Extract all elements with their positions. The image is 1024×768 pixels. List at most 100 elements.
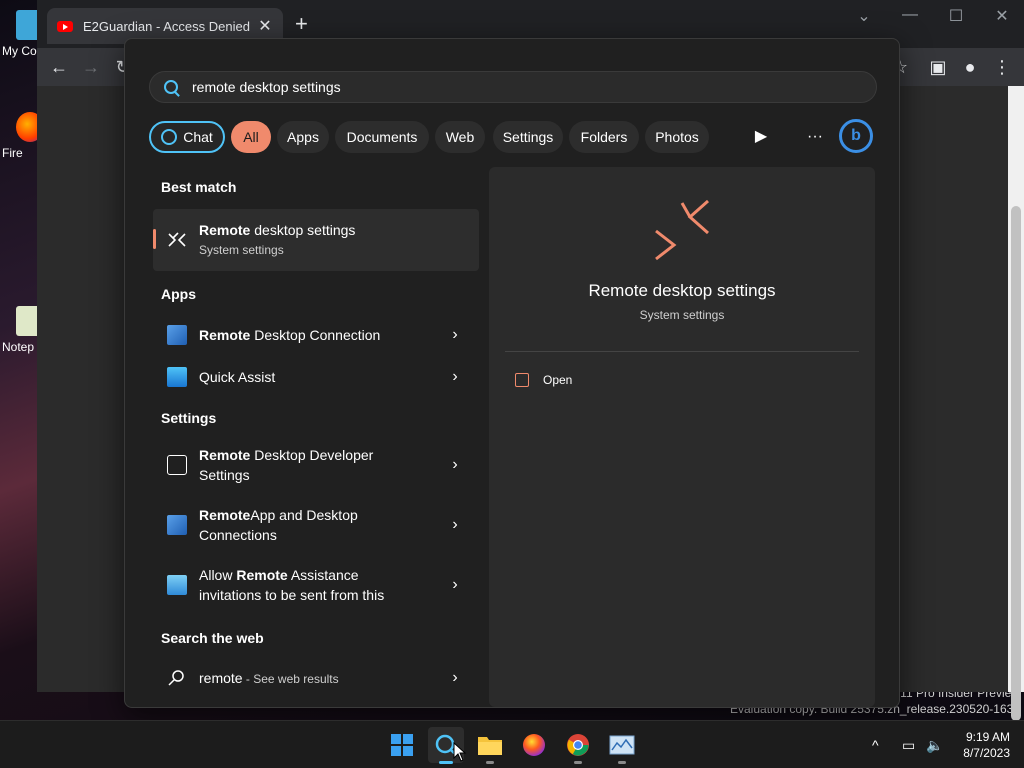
desktop-icon-label: Fire bbox=[2, 146, 23, 160]
minimize-icon[interactable]: — bbox=[887, 6, 933, 24]
mouse-cursor-icon bbox=[453, 742, 467, 762]
youtube-favicon-icon bbox=[57, 20, 73, 32]
tray-overflow-chevron[interactable]: ^ bbox=[872, 721, 879, 768]
web-search-term: remote bbox=[199, 669, 243, 686]
result-rest: Quick Assist bbox=[199, 369, 276, 385]
open-action[interactable]: Open bbox=[515, 373, 572, 387]
profile-icon[interactable]: ● bbox=[957, 54, 983, 80]
chevron-right-icon[interactable]: › bbox=[445, 456, 465, 474]
search-query-text: remote desktop settings bbox=[192, 79, 341, 95]
filter-label: Chat bbox=[183, 129, 213, 145]
filter-settings[interactable]: Settings bbox=[493, 121, 563, 153]
result-app[interactable]: Quick Assist › bbox=[153, 357, 479, 397]
result-highlight: Remote bbox=[199, 507, 251, 523]
result-subtitle: System settings bbox=[199, 243, 284, 257]
desktop-icon-my-computer[interactable]: My Co bbox=[0, 10, 44, 58]
filter-folders[interactable]: Folders bbox=[569, 121, 639, 153]
chevron-right-icon[interactable]: › bbox=[445, 326, 465, 344]
result-setting[interactable]: RemoteApp and Desktop Connections › bbox=[153, 497, 479, 553]
back-icon[interactable]: ← bbox=[46, 54, 72, 80]
taskbar: ^ ▭ 🔈 9:19 AM 8/7/2023 bbox=[0, 720, 1024, 768]
search-icon bbox=[168, 670, 184, 686]
network-icon[interactable]: ▭ bbox=[902, 721, 915, 768]
desktop-icon-firefox[interactable]: Fire bbox=[0, 112, 44, 160]
forward-icon[interactable]: → bbox=[78, 54, 104, 80]
web-search-suffix: - See web results bbox=[242, 671, 339, 686]
firefox-icon bbox=[523, 734, 545, 756]
desktop-icon-notepad[interactable]: Notep bbox=[0, 306, 44, 354]
filter-label: Web bbox=[445, 129, 475, 145]
taskbar-file-explorer[interactable] bbox=[472, 727, 508, 764]
result-highlight: Remote bbox=[199, 222, 251, 238]
more-options-icon[interactable]: ··· bbox=[799, 121, 831, 153]
remote-desktop-large-icon bbox=[655, 199, 709, 261]
result-text: remote - See web results bbox=[199, 668, 445, 689]
filter-chat[interactable]: Chat bbox=[149, 121, 225, 153]
open-label: Open bbox=[543, 373, 573, 387]
desktop-icon-label: My Co bbox=[2, 44, 37, 58]
result-highlight: Remote bbox=[199, 327, 251, 343]
filter-photos[interactable]: Photos bbox=[645, 121, 709, 153]
chrome-icon bbox=[567, 734, 589, 756]
windows-logo-icon bbox=[391, 734, 413, 756]
browser-menu-icon[interactable]: ⋮ bbox=[989, 54, 1015, 80]
taskbar-firefox[interactable] bbox=[516, 727, 552, 763]
result-line2: Connections bbox=[199, 527, 277, 543]
side-panel-icon[interactable]: ▣ bbox=[925, 54, 951, 80]
bing-chat-icon bbox=[161, 129, 178, 145]
result-rest: Desktop Connection bbox=[250, 327, 381, 343]
result-setting[interactable]: Remote Desktop Developer Settings › bbox=[153, 437, 479, 493]
result-text: Remote Desktop Developer Settings bbox=[199, 445, 445, 485]
chevron-right-icon[interactable]: › bbox=[445, 576, 465, 594]
result-highlight: Remote bbox=[236, 567, 288, 583]
start-button[interactable] bbox=[384, 727, 420, 763]
page-scrollbar[interactable] bbox=[1008, 86, 1024, 721]
developer-settings-icon bbox=[167, 455, 187, 475]
result-web-search[interactable]: remote - See web results › bbox=[153, 658, 479, 698]
filter-label: Apps bbox=[287, 129, 319, 145]
folder-icon bbox=[478, 737, 502, 755]
result-rest: App and Desktop bbox=[250, 507, 358, 523]
result-app[interactable]: Remote Desktop Connection › bbox=[153, 315, 479, 355]
bing-icon[interactable]: b bbox=[839, 119, 873, 153]
preview-divider bbox=[505, 351, 859, 352]
chevron-right-icon[interactable]: › bbox=[445, 516, 465, 534]
filter-documents[interactable]: Documents bbox=[335, 121, 429, 153]
running-indicator bbox=[574, 761, 582, 764]
chevron-right-icon[interactable]: › bbox=[445, 368, 465, 386]
filter-all[interactable]: All bbox=[231, 121, 271, 153]
running-indicator bbox=[618, 761, 626, 764]
search-results: Best match Remote desktop settings Syste… bbox=[153, 167, 479, 707]
chevron-right-icon[interactable]: › bbox=[445, 669, 465, 687]
result-rest: desktop settings bbox=[250, 222, 356, 238]
preview-pane: Remote desktop settings System settings … bbox=[489, 167, 875, 707]
clock[interactable]: 9:19 AM 8/7/2023 bbox=[963, 729, 1010, 761]
remoteapp-icon bbox=[167, 515, 187, 535]
active-indicator bbox=[439, 761, 453, 764]
taskbar-system-monitor[interactable] bbox=[604, 727, 640, 764]
windows-search-panel: remote desktop settings Chat All Apps Do… bbox=[124, 38, 900, 708]
new-tab-button[interactable]: + bbox=[295, 12, 308, 36]
search-input[interactable]: remote desktop settings bbox=[149, 71, 877, 103]
close-window-icon[interactable]: ✕ bbox=[979, 6, 1024, 26]
filters-scroll-right-icon[interactable]: ▶ bbox=[745, 121, 777, 153]
preview-subtitle: System settings bbox=[639, 308, 725, 322]
maximize-icon[interactable]: ☐ bbox=[933, 6, 979, 26]
remote-desktop-connection-icon bbox=[167, 325, 187, 345]
desktop-icon-label: Notep bbox=[2, 340, 35, 354]
close-tab-icon[interactable]: ✕ bbox=[257, 16, 273, 36]
result-text: RemoteApp and Desktop Connections bbox=[199, 505, 445, 545]
filter-apps[interactable]: Apps bbox=[277, 121, 329, 153]
result-setting[interactable]: Allow Remote Assistance invitations to b… bbox=[153, 557, 479, 613]
tab-search-icon[interactable]: ⌄ bbox=[841, 6, 887, 26]
result-best-match[interactable]: Remote desktop settings System settings bbox=[153, 209, 479, 271]
filter-web[interactable]: Web bbox=[435, 121, 485, 153]
result-rest: Assistance bbox=[287, 567, 359, 583]
scrollbar-thumb[interactable] bbox=[1011, 206, 1021, 721]
volume-icon[interactable]: 🔈 bbox=[926, 721, 943, 768]
search-icon bbox=[164, 80, 178, 94]
remote-desktop-icon bbox=[168, 232, 186, 247]
taskbar-chrome[interactable] bbox=[560, 727, 596, 764]
result-text: Quick Assist bbox=[199, 367, 445, 387]
section-heading-apps: Apps bbox=[161, 286, 196, 302]
